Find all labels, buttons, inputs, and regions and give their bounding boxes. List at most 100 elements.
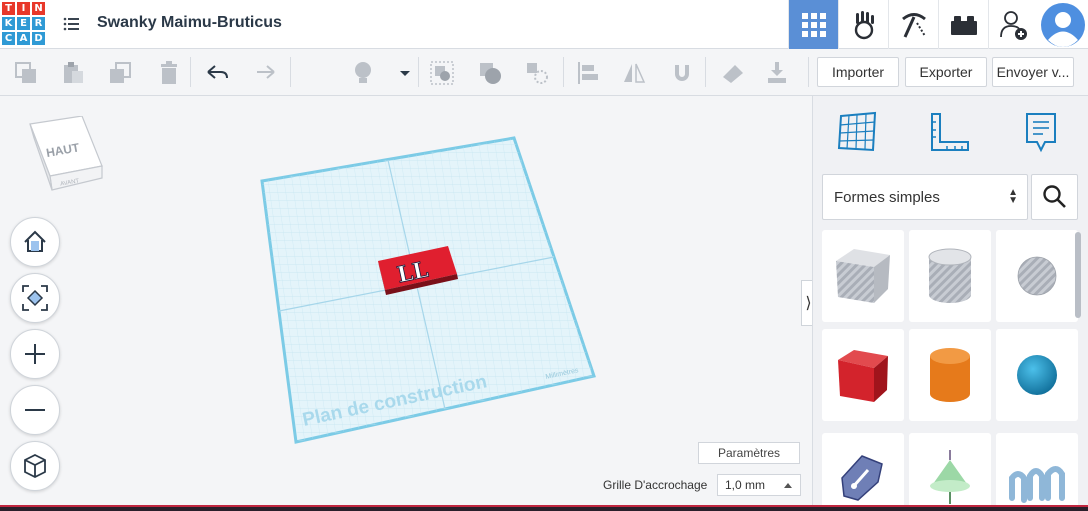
- logo-letter: K: [1, 16, 16, 31]
- cube-icon: [24, 453, 46, 479]
- updown-arrows-icon: ▲ ▼: [1008, 187, 1018, 206]
- duplicate-icon[interactable]: [108, 61, 132, 85]
- hole-icon[interactable]: [525, 61, 549, 85]
- sphere-hole-shape-icon: [1017, 256, 1057, 296]
- settings-button[interactable]: Paramètres: [698, 442, 800, 464]
- ungroup-icon[interactable]: [478, 61, 502, 85]
- magnet-icon[interactable]: [670, 61, 694, 85]
- panel-tools: [813, 96, 1088, 168]
- delete-icon[interactable]: [157, 61, 181, 85]
- brick-icon: [950, 15, 977, 35]
- logo-letter: E: [16, 16, 31, 31]
- snap-grid-label: Grille D'accrochage: [603, 478, 708, 492]
- toolbar-divider: [705, 57, 706, 87]
- list-menu-icon[interactable]: [62, 14, 82, 34]
- project-title[interactable]: Swanky Maimu-Bruticus: [97, 14, 282, 32]
- sphere-shape-icon: [1017, 355, 1057, 395]
- text-shape-icon: [1009, 466, 1065, 503]
- nav-blocks-button[interactable]: [888, 0, 938, 49]
- scribble-shape-icon: [841, 455, 883, 501]
- import-button[interactable]: Importer: [817, 57, 899, 87]
- box-hole-shape-icon: [836, 249, 890, 303]
- toolbar-divider: [808, 57, 809, 87]
- grid-3d-icon: [801, 12, 826, 37]
- toolbar-divider: [290, 57, 291, 87]
- edit-toolbar: Importer Exporter Envoyer v...: [0, 49, 1088, 96]
- shape-tile-sphere-hole[interactable]: [996, 230, 1078, 322]
- send-to-button[interactable]: Envoyer v...: [992, 57, 1074, 87]
- shape-tile-roof[interactable]: [909, 433, 991, 511]
- nav-lessons-button[interactable]: [938, 0, 988, 49]
- chevron-down-icon[interactable]: [393, 61, 417, 85]
- drop-icon[interactable]: [765, 61, 789, 85]
- nav-circuits-button[interactable]: [838, 0, 888, 49]
- fit-view-button[interactable]: [10, 273, 60, 323]
- shape-tile-cylinder[interactable]: [909, 329, 991, 421]
- group-icon[interactable]: [430, 61, 454, 85]
- fit-view-icon: [22, 285, 48, 311]
- top-bar: TINKERCAD Swanky Maimu-Bruticus: [0, 0, 1088, 49]
- caret-up-icon: [784, 483, 792, 488]
- paste-icon[interactable]: [61, 61, 85, 85]
- pickaxe-icon: [901, 12, 926, 38]
- cruise-icon[interactable]: [721, 61, 745, 85]
- shape-tile-box[interactable]: [822, 329, 904, 421]
- box-shape-icon: [838, 350, 888, 402]
- roof-shape-icon: [930, 450, 970, 504]
- shape-tile-cylinder-hole[interactable]: [909, 230, 991, 322]
- tinkercad-logo[interactable]: TINKERCAD: [1, 1, 46, 46]
- nav-invite-button[interactable]: [988, 0, 1038, 49]
- bottom-strip: [0, 505, 1088, 511]
- shapes-scrollbar[interactable]: [1075, 232, 1081, 318]
- toolbar-divider: [563, 57, 564, 87]
- logo-letter: N: [31, 1, 46, 16]
- copy-icon[interactable]: [14, 61, 38, 85]
- mirror-icon[interactable]: [622, 61, 646, 85]
- cylinder-hole-shape-icon: [928, 248, 972, 303]
- home-view-button[interactable]: [10, 217, 60, 267]
- logo-letter: A: [16, 31, 31, 46]
- shape-tile-sphere[interactable]: [996, 329, 1078, 421]
- shape-search-button[interactable]: [1031, 174, 1078, 220]
- undo-icon[interactable]: [205, 61, 229, 85]
- logo-letter: C: [1, 31, 16, 46]
- zoom-out-button[interactable]: [10, 385, 60, 435]
- notes-icon[interactable]: [1019, 110, 1063, 154]
- logo-letter: I: [16, 1, 31, 16]
- export-button[interactable]: Exporter: [905, 57, 987, 87]
- shape-category-select[interactable]: Formes simples ▲ ▼: [822, 174, 1028, 220]
- minus-icon: [25, 409, 45, 411]
- toolbar-divider: [190, 57, 191, 87]
- avatar-icon: [1041, 2, 1085, 47]
- ruler-icon[interactable]: [927, 110, 971, 154]
- nav-3d-design-button[interactable]: [788, 0, 838, 49]
- zoom-in-button[interactable]: [10, 329, 60, 379]
- workplane-canvas[interactable]: LL Plan de construction Millimètres: [0, 96, 812, 511]
- shape-tile-box-hole[interactable]: [822, 230, 904, 322]
- plus-icon: [25, 344, 45, 364]
- workplane-grid-icon[interactable]: [835, 110, 879, 154]
- home-icon: [24, 230, 46, 252]
- shape-category-value: Formes simples: [834, 188, 940, 206]
- lightbulb-icon[interactable]: [351, 61, 375, 85]
- shape-tile-scribble[interactable]: [822, 433, 904, 511]
- workplane-viewport[interactable]: LL Plan de construction Millimètres HAUT…: [0, 96, 812, 511]
- view-cube[interactable]: HAUT AVANT: [26, 116, 106, 196]
- top-nav: [788, 0, 1088, 49]
- logo-letter: R: [31, 16, 46, 31]
- toolbar-divider: [418, 57, 419, 87]
- perspective-button[interactable]: [10, 441, 60, 491]
- shape-tile-text[interactable]: [996, 433, 1078, 511]
- user-avatar-button[interactable]: [1038, 0, 1088, 49]
- add-user-icon: [999, 10, 1027, 40]
- cylinder-shape-icon: [930, 348, 970, 402]
- snap-grid-value: 1,0 mm: [725, 478, 766, 492]
- redo-icon[interactable]: [253, 61, 277, 85]
- align-icon[interactable]: [576, 61, 600, 85]
- chevron-right-icon: ⟩: [805, 295, 812, 312]
- bottom-accent: [0, 505, 1088, 507]
- shapes-grid: [822, 230, 1078, 511]
- snap-grid-select[interactable]: 1,0 mm: [717, 474, 801, 496]
- search-icon: [1042, 185, 1066, 208]
- circuit-hand-icon: [854, 10, 874, 39]
